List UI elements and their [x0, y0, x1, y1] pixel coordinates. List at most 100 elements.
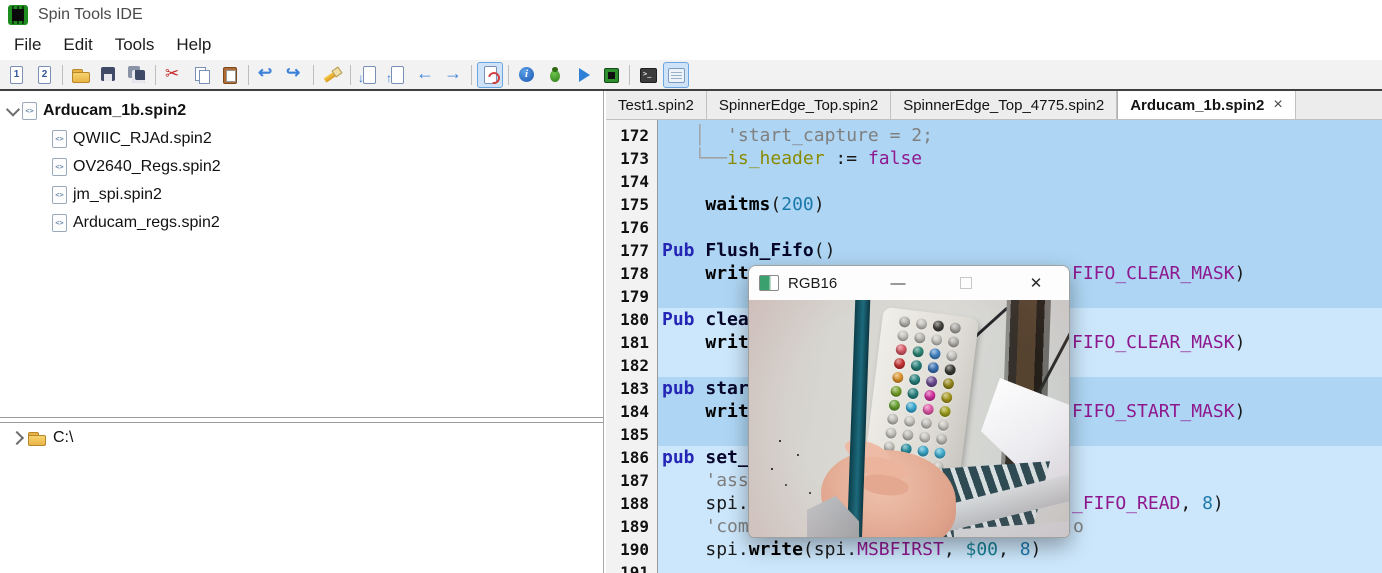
- code-line[interactable]: 176: [606, 216, 1382, 239]
- camera-preview-image: [749, 300, 1069, 538]
- code-right-fragment: FIFO_START_MASK): [1072, 400, 1245, 423]
- code-token: [662, 470, 705, 491]
- line-number: 179: [606, 285, 658, 308]
- code-line[interactable]: 191: [606, 561, 1382, 573]
- code-token: (: [803, 539, 814, 560]
- code-line[interactable]: 177Pub Flush_Fifo(): [606, 239, 1382, 262]
- undo-button[interactable]: [254, 62, 280, 88]
- refresh-doc-button[interactable]: [477, 62, 503, 88]
- code-token: (): [814, 240, 836, 261]
- format-source-icon: [322, 65, 342, 85]
- line-number: 174: [606, 170, 658, 193]
- code-token: set_: [705, 447, 748, 468]
- serial-console-icon: [666, 65, 686, 85]
- minimize-icon[interactable]: —: [884, 269, 912, 297]
- cut-button[interactable]: [161, 62, 187, 88]
- code-token: 'com: [705, 516, 748, 537]
- code-line[interactable]: 175 waitms(200): [606, 193, 1382, 216]
- rgb16-title-bar[interactable]: RGB16 — ✕: [749, 266, 1069, 300]
- menu-file[interactable]: File: [3, 35, 52, 55]
- file-browser-root-row[interactable]: C:\: [0, 423, 603, 453]
- tab-spinneredge_top-spin2[interactable]: SpinnerEdge_Top.spin2: [707, 91, 891, 119]
- info-icon: [517, 65, 537, 85]
- code-line[interactable]: 172 │ 'start_capture = 2;: [606, 124, 1382, 147]
- code-token: write: [749, 539, 803, 560]
- new-spin1-button[interactable]: [3, 62, 29, 88]
- format-source-button[interactable]: [319, 62, 345, 88]
- code-token: FIFO_CLEAR_MASK: [1072, 332, 1235, 353]
- chevron-right-icon[interactable]: [8, 433, 26, 443]
- tree-item[interactable]: QWIIC_RJAd.spin2: [0, 125, 603, 153]
- doc-down-button[interactable]: [356, 62, 382, 88]
- project-panel: Arducam_1b.spin2QWIIC_RJAd.spin2OV2640_R…: [0, 91, 603, 573]
- title-bar: Spin Tools IDE: [0, 0, 1382, 30]
- code-token: pub: [662, 378, 705, 399]
- debug-button[interactable]: [542, 62, 568, 88]
- tab-label: SpinnerEdge_Top_4775.spin2: [903, 97, 1104, 114]
- code-token: spi.: [705, 539, 748, 560]
- tab-test1-spin2[interactable]: Test1.spin2: [606, 91, 707, 119]
- code-token: ,: [1180, 493, 1202, 514]
- serial-console-button[interactable]: [663, 62, 689, 88]
- open-button[interactable]: [68, 62, 94, 88]
- code-token: [662, 148, 695, 169]
- line-number: 182: [606, 354, 658, 377]
- line-number: 185: [606, 423, 658, 446]
- forward-button[interactable]: [440, 62, 466, 88]
- redo-button[interactable]: [282, 62, 308, 88]
- line-number: 189: [606, 515, 658, 538]
- maximize-icon[interactable]: [952, 269, 980, 297]
- tree-item[interactable]: jm_spi.spin2: [0, 181, 603, 209]
- tab-close-icon[interactable]: ×: [1273, 97, 1282, 113]
- code-token: MSBFIRST: [857, 539, 944, 560]
- doc-up-button[interactable]: [384, 62, 410, 88]
- tree-item[interactable]: Arducam_regs.spin2: [0, 209, 603, 237]
- window-title: Spin Tools IDE: [38, 6, 143, 24]
- code-token: ): [1235, 263, 1246, 284]
- chevron-down-icon[interactable]: [4, 106, 22, 116]
- copy-button[interactable]: [189, 62, 215, 88]
- code-line[interactable]: 173 └──is_header := false: [606, 147, 1382, 170]
- code-token: :=: [825, 148, 868, 169]
- tab-arducam_1b-spin2[interactable]: Arducam_1b.spin2×: [1117, 91, 1296, 119]
- code-token: └──: [695, 148, 728, 169]
- code-right-fragment: o: [1073, 515, 1084, 538]
- menu-edit[interactable]: Edit: [52, 35, 103, 55]
- rgb16-window[interactable]: RGB16 — ✕: [748, 265, 1070, 538]
- back-button[interactable]: [412, 62, 438, 88]
- code-token: writ: [705, 332, 748, 353]
- code-line-content: [658, 561, 1382, 573]
- terminal-button[interactable]: [635, 62, 661, 88]
- run-button[interactable]: [570, 62, 596, 88]
- line-number: 186: [606, 446, 658, 469]
- code-token: FIFO_START_MASK: [1072, 401, 1235, 422]
- refresh-doc-icon: [480, 65, 500, 85]
- code-token: 'start_capture = 2;: [727, 125, 933, 146]
- line-number: 188: [606, 492, 658, 515]
- info-button[interactable]: [514, 62, 540, 88]
- new-spin2-icon: [34, 65, 54, 85]
- spin-file-icon: [52, 130, 67, 148]
- save-button[interactable]: [96, 62, 122, 88]
- tab-spinneredge_top_4775-spin2[interactable]: SpinnerEdge_Top_4775.spin2: [891, 91, 1117, 119]
- tree-item-root[interactable]: Arducam_1b.spin2: [0, 97, 603, 125]
- line-number: 184: [606, 400, 658, 423]
- code-line[interactable]: 190 spi.write(spi.MSBFIRST, $00, 8): [606, 538, 1382, 561]
- photo-color-tint: [749, 300, 1069, 538]
- save-all-button[interactable]: [124, 62, 150, 88]
- code-token: spi.: [705, 493, 748, 514]
- close-icon[interactable]: ✕: [1022, 269, 1050, 297]
- doc-up-icon: [387, 65, 407, 85]
- new-spin2-button[interactable]: [31, 62, 57, 88]
- paste-button[interactable]: [217, 62, 243, 88]
- menu-tools[interactable]: Tools: [104, 35, 166, 55]
- menu-help[interactable]: Help: [165, 35, 222, 55]
- paste-icon: [220, 65, 240, 85]
- program-chip-button[interactable]: [598, 62, 624, 88]
- toolbar-separator: [508, 65, 509, 85]
- back-icon: [415, 65, 435, 85]
- doc-down-icon: [359, 65, 379, 85]
- tree-item[interactable]: OV2640_Regs.spin2: [0, 153, 603, 181]
- code-line[interactable]: 174: [606, 170, 1382, 193]
- code-token: [662, 125, 695, 146]
